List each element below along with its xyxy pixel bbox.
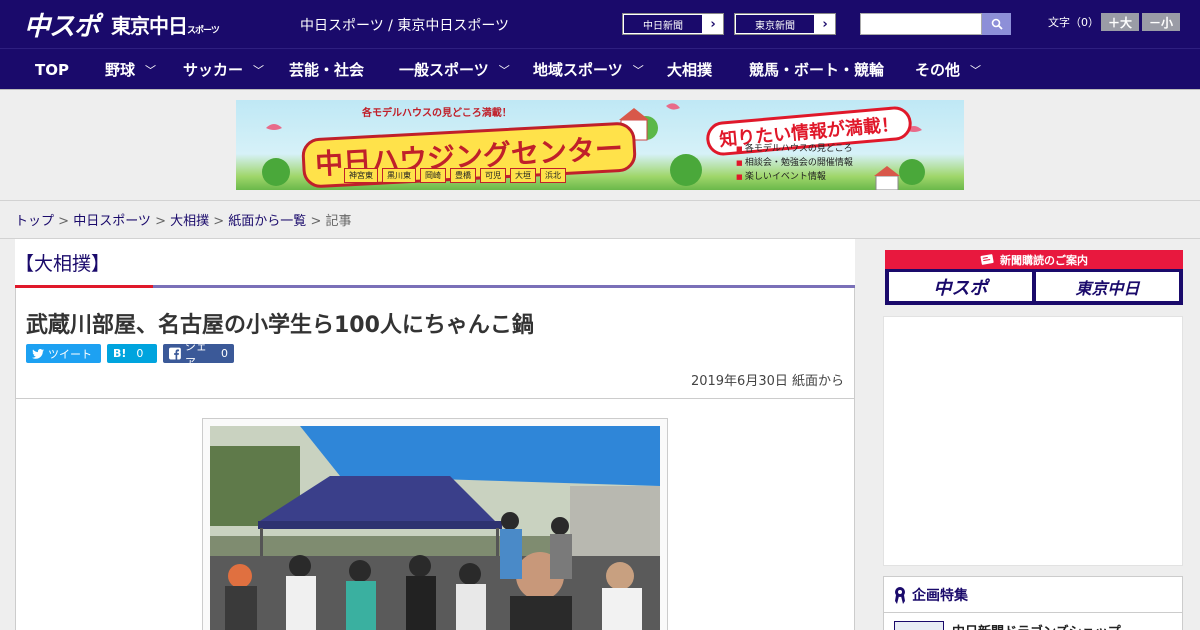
tokyo-shimbun-link[interactable]: 東京新聞 › <box>734 13 836 35</box>
hatena-icon: B! <box>113 347 127 360</box>
chevron-down-icon: ﹀ <box>632 63 644 77</box>
banner-tagline: 各モデルハウスの見どころ満載！ <box>362 108 512 119</box>
search-button[interactable] <box>982 13 1011 35</box>
facebook-share-button[interactable]: シェア 0 <box>163 340 234 369</box>
sidebar-ad-slot[interactable] <box>883 316 1183 566</box>
hatena-bookmark-button[interactable]: B! 0 <box>107 344 157 363</box>
divider <box>15 398 855 399</box>
nav-item-racing[interactable]: 競馬・ボート・競輪 <box>749 49 884 90</box>
text-size-label: 文字（0） <box>1048 16 1099 29</box>
chevron-right-icon: › <box>822 16 828 32</box>
article-photo-frame <box>202 418 668 630</box>
article: 【大相撲】 武蔵川部屋、名古屋の小学生ら100人にちゃんこ鍋 ツイート B! 0… <box>15 239 855 630</box>
site-header: 中スポ 東京中日スポーツ 中日スポーツ / 東京中日スポーツ 中日新聞 › 東京… <box>0 0 1200 48</box>
facebook-count: 0 <box>221 347 228 360</box>
breadcrumb-top[interactable]: トップ <box>15 214 54 229</box>
main-nav: TOP 野球 ﹀ サッカー ﹀ 芸能・社会 一般スポーツ ﹀ 地域スポーツ ﹀ 大相撲 … <box>0 48 1200 89</box>
banner-city-list: 神宮東 黒川東 岡崎 豊橋 可児 大垣 浜北 <box>344 168 566 183</box>
nav-item-soccer[interactable]: サッカー ﹀ <box>183 49 264 90</box>
nav-item-local-sports[interactable]: 地域スポーツ ﹀ <box>533 49 644 90</box>
tweet-button[interactable]: ツイート <box>26 344 101 363</box>
chevron-down-icon: ﹀ <box>253 63 265 77</box>
nav-item-other[interactable]: その他 ﹀ <box>915 49 981 90</box>
nav-item-sumo[interactable]: 大相撲 <box>667 49 712 90</box>
breadcrumb-current: 記事 <box>325 214 352 229</box>
nav-item-entertainment[interactable]: 芸能・社会 <box>289 49 364 90</box>
article-date: 2019年6月30日 紙面から <box>690 374 844 389</box>
search-input[interactable] <box>860 13 982 35</box>
article-category: 【大相撲】 <box>15 253 111 275</box>
subscribe-tokyo-chunichi-button[interactable]: 東京中日 <box>1036 272 1179 301</box>
subscription-header: 新聞購読のご案内 <box>885 250 1183 269</box>
chunichi-shimbun-link[interactable]: 中日新聞 › <box>622 13 724 35</box>
divider <box>0 200 1200 201</box>
site-logo[interactable]: 中スポ 東京中日スポーツ <box>24 6 220 42</box>
breadcrumb-chunichi-sports[interactable]: 中日スポーツ <box>73 214 151 229</box>
nav-divider <box>0 89 1200 90</box>
text-size-up-button[interactable]: ＋大 <box>1101 13 1139 31</box>
hatena-count: 0 <box>136 347 144 360</box>
photo-illustration <box>210 426 660 630</box>
chevron-down-icon: ﹀ <box>498 63 510 77</box>
feature-item[interactable]: 中日新聞ドラゴンズショップ <box>894 621 1121 630</box>
logo-tokyo-chunichi: 東京中日スポーツ <box>111 13 220 38</box>
housing-center-banner-ad[interactable]: 各モデルハウスの見どころ満載！ 中日ハウジングセンター 知りたい情報が満載！ 各… <box>236 100 964 190</box>
article-headline: 武蔵川部屋、名古屋の小学生ら100人にちゃんこ鍋 <box>26 313 534 338</box>
breadcrumb: トップ > 中日スポーツ > 大相撲 > 紙面から一覧 > 記事 <box>15 214 352 229</box>
breadcrumb-paper-list[interactable]: 紙面から一覧 <box>228 214 306 229</box>
subscribe-chuspo-button[interactable]: 中スポ <box>889 272 1032 301</box>
nav-item-baseball[interactable]: 野球 ﹀ <box>105 49 156 90</box>
article-photo[interactable] <box>210 426 660 630</box>
subscription-box: 新聞購読のご案内 中スポ 東京中日 <box>885 250 1183 305</box>
breadcrumb-sumo[interactable]: 大相撲 <box>170 214 209 229</box>
banner-feature-list: 各モデルハウスの見どころ 相談会・勉強会の開催情報 楽しいイベント情報 <box>736 142 853 184</box>
facebook-icon <box>169 347 181 360</box>
search-box <box>860 13 1011 35</box>
nav-item-general-sports[interactable]: 一般スポーツ ﹀ <box>399 49 510 90</box>
logo-chuspo: 中スポ <box>24 11 100 42</box>
feature-box: 企画特集 中日新聞ドラゴンズショップ <box>883 576 1183 630</box>
nav-item-top[interactable]: TOP <box>35 49 69 90</box>
site-title: 中日スポーツ / 東京中日スポーツ <box>300 18 510 34</box>
feature-thumbnail <box>894 621 944 630</box>
text-size-down-button[interactable]: －小 <box>1142 13 1180 31</box>
chevron-down-icon: ﹀ <box>970 63 982 77</box>
feature-header: 企画特集 <box>884 577 1182 613</box>
chevron-down-icon: ﹀ <box>145 63 157 77</box>
newspaper-icon <box>980 254 994 265</box>
chevron-right-icon: › <box>710 16 716 32</box>
twitter-icon <box>32 348 44 359</box>
search-icon <box>991 18 1003 30</box>
ribbon-icon <box>895 586 905 604</box>
